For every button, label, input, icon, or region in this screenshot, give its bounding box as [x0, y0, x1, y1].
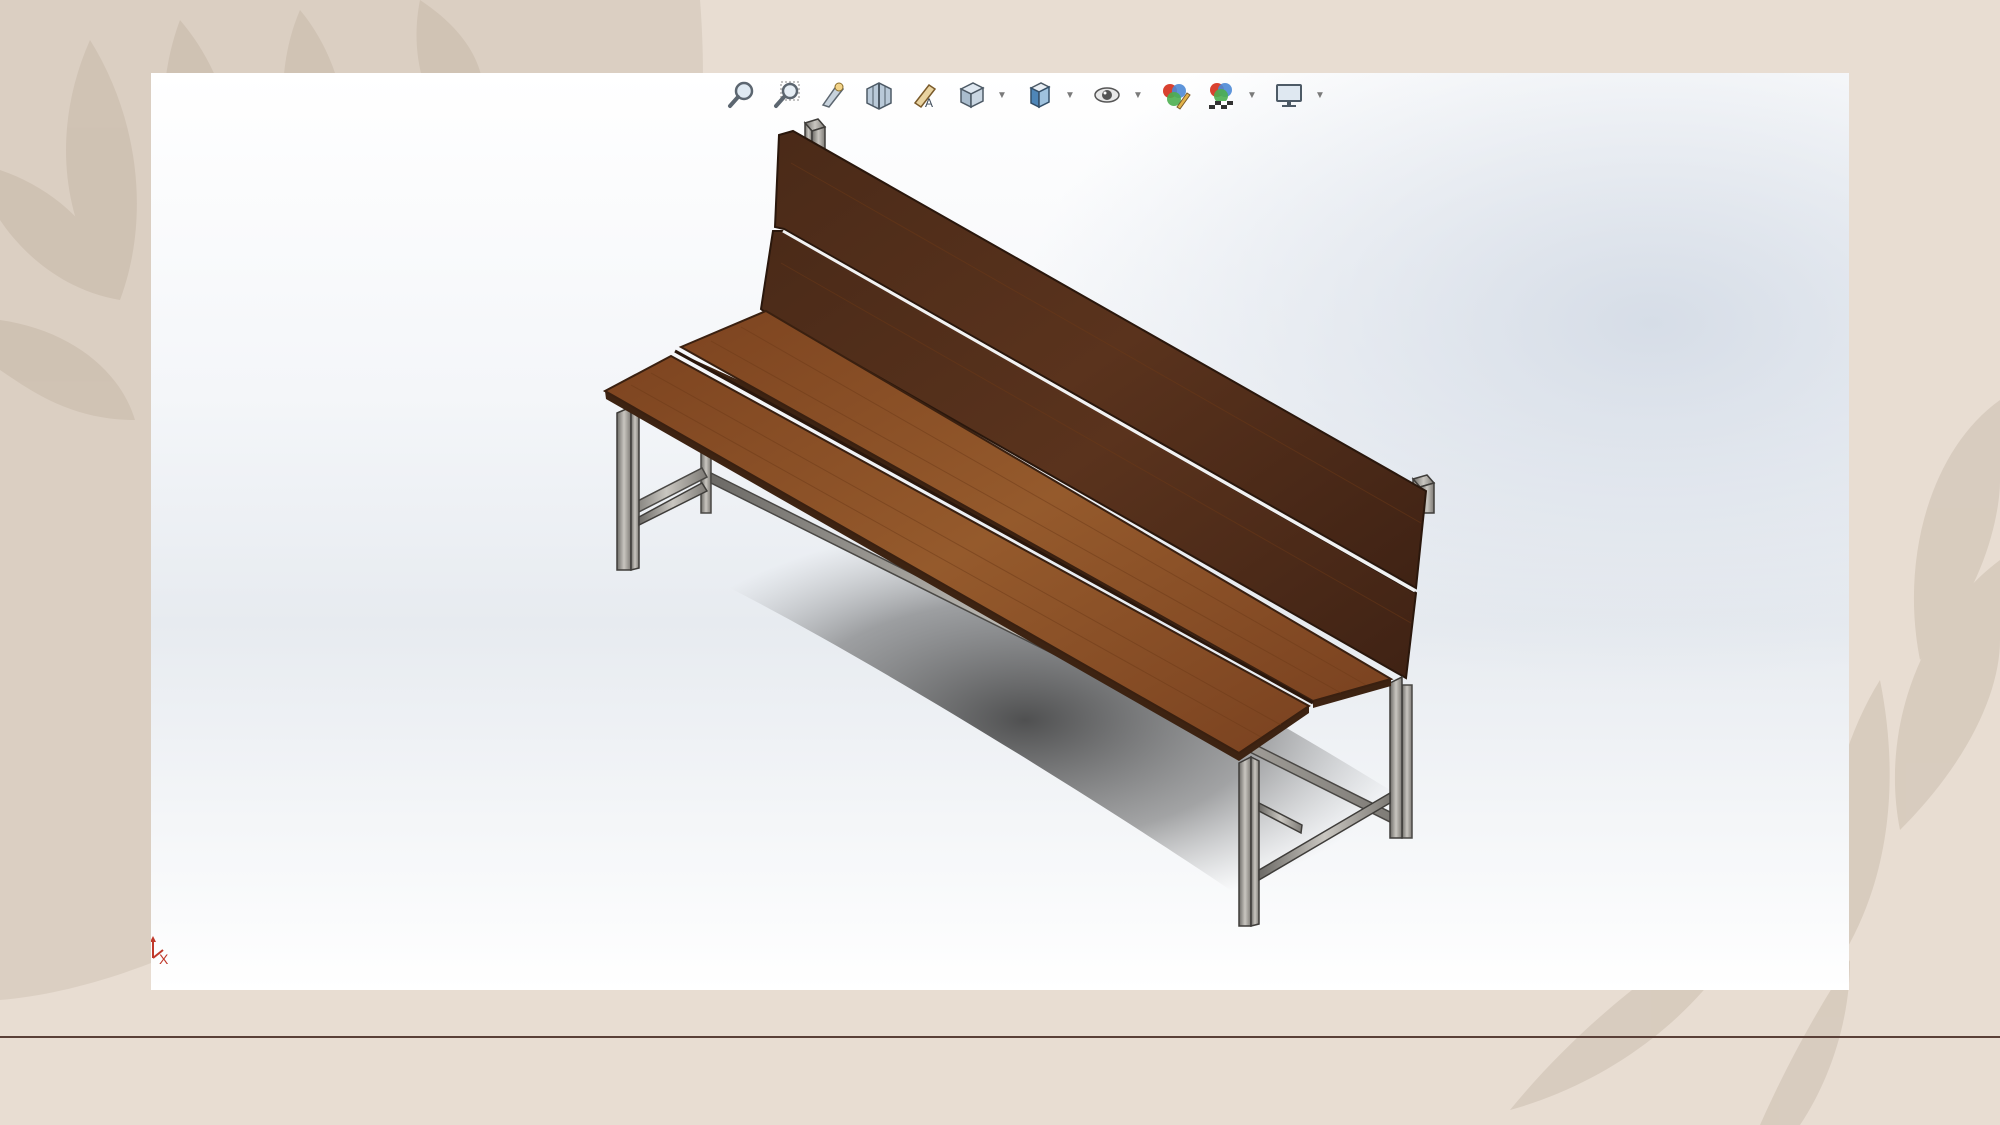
- zoom-to-fit-icon: [728, 81, 754, 108]
- display-style-button[interactable]: [1019, 77, 1059, 113]
- edit-appearance-button[interactable]: [1155, 77, 1195, 113]
- view-settings-icon: [1276, 84, 1302, 107]
- previous-view-button[interactable]: [813, 77, 853, 113]
- display-style-dropdown[interactable]: ▼: [1065, 77, 1075, 113]
- view-orientation-icon: [959, 82, 985, 109]
- dynamic-annotation-views-icon: A: [913, 83, 937, 110]
- cad-graphics-area[interactable]: A ▼ ▼ ▼ ▼ ▼ X: [151, 73, 1849, 990]
- hide-show-items-icon: [1094, 87, 1120, 103]
- bench-3d-model[interactable]: [151, 73, 1849, 990]
- zoom-to-area-button[interactable]: [767, 77, 807, 113]
- dynamic-annotation-views-button[interactable]: A: [905, 77, 945, 113]
- view-settings-dropdown[interactable]: ▼: [1315, 77, 1325, 113]
- reference-triad-icon: X: [151, 936, 169, 967]
- edit-appearance-icon: [1163, 84, 1191, 110]
- heads-up-view-toolbar: A ▼ ▼ ▼ ▼ ▼: [721, 75, 1331, 115]
- triad-x-label: X: [159, 951, 169, 967]
- view-orientation-dropdown[interactable]: ▼: [997, 77, 1007, 113]
- section-view-button[interactable]: [859, 77, 899, 113]
- section-view-icon: [866, 82, 892, 110]
- apply-scene-dropdown[interactable]: ▼: [1247, 77, 1257, 113]
- zoom-to-area-icon: [774, 81, 800, 108]
- hide-show-items-button[interactable]: [1087, 77, 1127, 113]
- zoom-to-fit-button[interactable]: [721, 77, 761, 113]
- slide-divider-line: [0, 1036, 2000, 1038]
- svg-text:A: A: [925, 96, 933, 110]
- hide-show-items-dropdown[interactable]: ▼: [1133, 77, 1143, 113]
- display-style-icon: [1029, 82, 1051, 109]
- view-orientation-button[interactable]: [951, 77, 991, 113]
- apply-scene-button[interactable]: [1201, 77, 1241, 113]
- view-settings-button[interactable]: [1269, 77, 1309, 113]
- apply-scene-icon: [1209, 83, 1233, 109]
- previous-view-icon: [821, 82, 845, 108]
